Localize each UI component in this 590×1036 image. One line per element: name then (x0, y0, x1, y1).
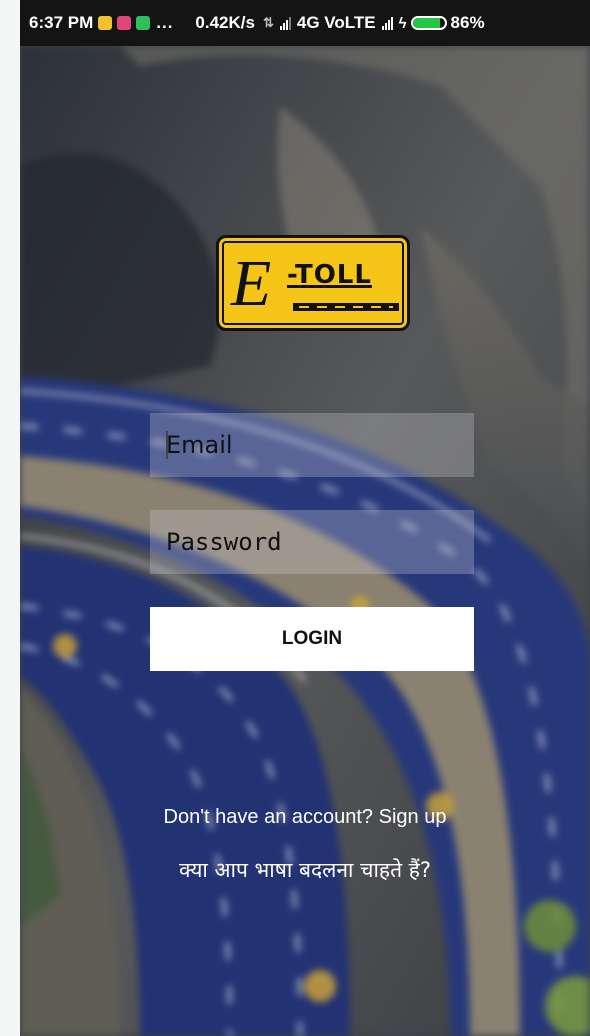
charging-icon: ϟ (398, 14, 407, 32)
text-cursor (166, 431, 168, 459)
password-input[interactable] (150, 510, 474, 574)
road-icon (293, 303, 399, 311)
email-field[interactable] (150, 413, 474, 477)
mail-notification-icon (98, 16, 113, 30)
change-language-link[interactable]: क्या आप भाषा बदलना चाहते हैं? (20, 856, 590, 884)
battery-percent: 86% (450, 13, 485, 32)
signal-strength-icon (279, 16, 291, 30)
logo-word: -TOLL (287, 260, 372, 290)
battery-level-fill (412, 18, 441, 28)
signal-strength-icon (381, 16, 393, 30)
logo-letter: E (231, 247, 272, 320)
network-type: 4G VoLTE (296, 13, 376, 32)
email-input[interactable] (150, 413, 474, 477)
status-time: 6:37 PM (29, 13, 94, 32)
signup-link[interactable]: Don't have an account? Sign up (20, 806, 590, 829)
e-toll-logo: E -TOLL (216, 235, 410, 331)
app-notification-icon (136, 16, 151, 30)
app-screen: 6:37 PM ... 0.42K/s ⇅ 4G VoLTE ϟ 86% E -… (20, 0, 590, 1036)
instagram-notification-icon (117, 16, 132, 30)
data-transfer-icon: ⇅ (262, 15, 274, 30)
battery-icon (410, 16, 447, 30)
status-bar: 6:37 PM ... 0.42K/s ⇅ 4G VoLTE ϟ 86% (20, 0, 590, 46)
login-button[interactable]: LOGIN (150, 607, 474, 671)
password-field[interactable] (150, 510, 474, 574)
network-speed: 0.42K/s (195, 13, 255, 32)
more-notifications-icon: ... (156, 13, 174, 32)
